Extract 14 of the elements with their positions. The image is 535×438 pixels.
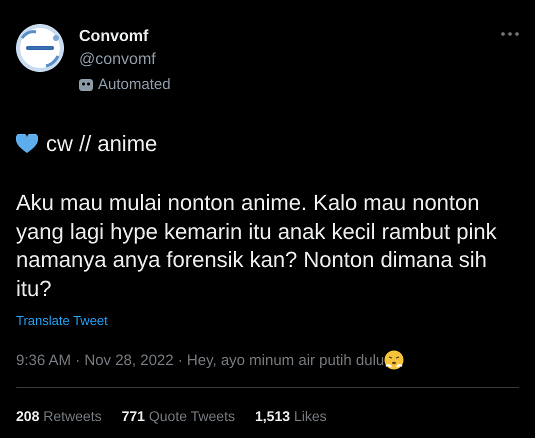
face-icon [384, 350, 404, 370]
tweet-meta: 9:36 AM · Nov 28, 2022 · Hey, ayo minum air putih dulu [16, 352, 384, 368]
translate-link[interactable]: Translate Tweet [16, 313, 108, 328]
heart-icon [16, 134, 38, 154]
automated-label: Automated [98, 76, 171, 93]
more-icon[interactable] [501, 32, 519, 36]
author-handle[interactable]: @convomf [79, 51, 486, 69]
author-name[interactable]: Convomf [79, 28, 486, 46]
tweet-text: Aku mau mulai nonton anime. Kalo mau nonton yang lagi hype kemarin itu anak kecil rambut pink namanya anya forensik kan? Nonton dimana sih itu? [16, 189, 498, 302]
stat-link[interactable]: 208 Retweets [16, 408, 102, 424]
tweet-topic: cw // anime [46, 131, 158, 157]
stat-link[interactable]: 771 Quote Tweets [122, 408, 235, 424]
stat-link[interactable]: 1,513 Likes [255, 408, 327, 424]
robot-icon [79, 77, 93, 92]
